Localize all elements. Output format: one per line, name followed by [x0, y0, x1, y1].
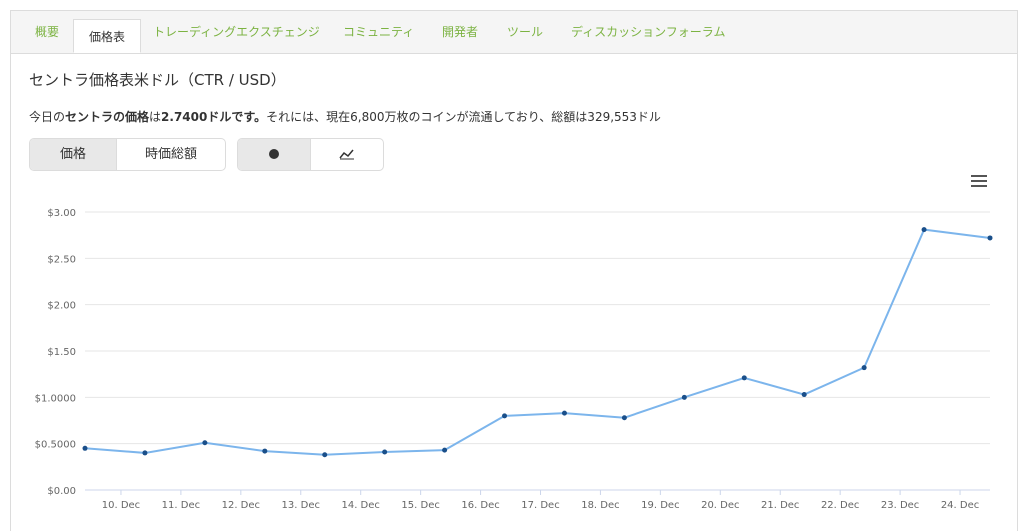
x-tick-label: 21. Dec: [761, 500, 799, 511]
data-point: [202, 440, 208, 446]
data-point: [987, 235, 993, 241]
data-point: [861, 365, 867, 371]
data-point: [142, 450, 148, 456]
y-tick-label: $1.0000: [35, 393, 76, 404]
data-point: [801, 392, 807, 398]
x-tick-label: 20. Dec: [701, 500, 739, 511]
data-point: [741, 375, 747, 381]
y-tick-label: $1.50: [47, 347, 76, 358]
x-tick-label: 15. Dec: [401, 500, 439, 511]
data-point: [561, 410, 567, 416]
data-point: [322, 452, 328, 458]
x-tick-label: 24. Dec: [941, 500, 979, 511]
data-point: [382, 449, 388, 455]
data-point: [621, 415, 627, 421]
data-point: [681, 394, 687, 400]
x-tick-label: 13. Dec: [282, 500, 320, 511]
data-point: [262, 448, 268, 454]
y-tick-label: $2.00: [47, 301, 76, 312]
y-tick-label: $0.00: [47, 486, 76, 497]
x-tick-label: 19. Dec: [641, 500, 679, 511]
x-tick-label: 12. Dec: [222, 500, 260, 511]
y-tick-label: $0.5000: [35, 440, 76, 451]
series-line: [84, 228, 991, 456]
price-line-chart: $0.00 $0.5000 $1.0000 $1.50 $2.00 $2.50 $3.00 1…: [35, 208, 993, 511]
x-tick-label: 14. Dec: [341, 500, 379, 511]
x-tick-label: 11. Dec: [162, 500, 200, 511]
x-tick-label: 22. Dec: [821, 500, 859, 511]
data-point: [82, 445, 88, 451]
y-tick-label: $2.50: [47, 254, 76, 265]
y-tick-label: $3.00: [47, 208, 76, 219]
data-point: [921, 227, 927, 233]
data-point: [442, 447, 448, 453]
x-tick-label: 10. Dec: [102, 500, 140, 511]
x-tick-label: 17. Dec: [521, 500, 559, 511]
x-tick-label: 23. Dec: [881, 500, 919, 511]
x-tick-label: 18. Dec: [581, 500, 619, 511]
x-tick-label: 16. Dec: [461, 500, 499, 511]
data-point: [502, 413, 508, 419]
